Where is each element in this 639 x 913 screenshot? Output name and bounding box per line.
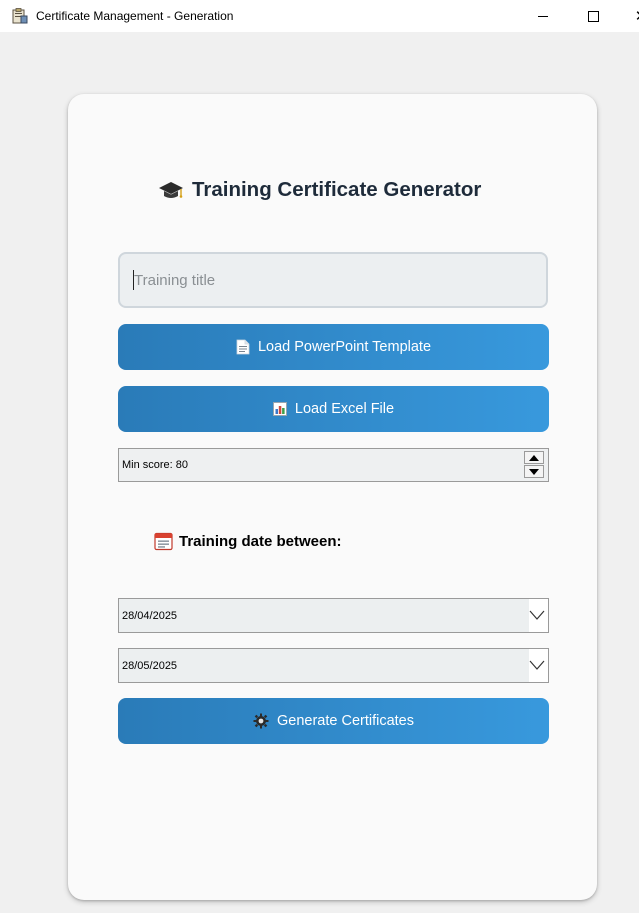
arrow-down-icon: [529, 468, 539, 475]
load-excel-label: Load Excel File: [294, 401, 395, 417]
spin-down-button[interactable]: [524, 465, 544, 478]
gear-icon: [253, 713, 269, 729]
load-excel-button[interactable]: Load Excel File: [118, 386, 549, 432]
graduation-cap-icon: [159, 182, 183, 198]
app-window: Certificate Management - Generation ✕ Tr…: [0, 0, 639, 913]
title-bar[interactable]: Certificate Management - Generation ✕: [0, 0, 639, 32]
date-to-field[interactable]: 28/05/2025: [119, 649, 529, 682]
form-card: [68, 94, 597, 900]
chevron-down-icon[interactable]: [529, 608, 545, 622]
date-from-picker[interactable]: 28/04/2025: [118, 598, 549, 633]
maximize-button[interactable]: [570, 0, 616, 32]
load-powerpoint-label: Load PowerPoint Template: [257, 339, 432, 355]
date-from-value: 28/04/2025: [122, 610, 178, 622]
min-score-spinbox[interactable]: Min score: 80: [118, 448, 549, 482]
minimize-button[interactable]: [520, 0, 566, 32]
arrow-up-icon: [529, 454, 539, 461]
calendar-icon: [154, 532, 173, 551]
load-powerpoint-button[interactable]: Load PowerPoint Template: [118, 324, 549, 370]
spin-buttons: [524, 451, 544, 479]
date-range-label-text: Training date between:: [179, 533, 342, 550]
app-icon: [12, 8, 28, 24]
min-score-value: Min score: 80: [122, 459, 189, 471]
training-title-input[interactable]: [118, 252, 548, 308]
window-title: Certificate Management - Generation: [36, 9, 234, 23]
maximize-icon: [587, 10, 599, 22]
date-to-value: 28/05/2025: [122, 660, 178, 672]
generate-certificates-button[interactable]: Generate Certificates: [118, 698, 549, 744]
date-range-label: Training date between:: [154, 532, 342, 551]
page-title: Training Certificate Generator: [158, 178, 481, 202]
chevron-down-icon[interactable]: [529, 658, 545, 672]
bar-chart-icon: [272, 402, 287, 416]
date-to-picker[interactable]: 28/05/2025: [118, 648, 549, 683]
close-button[interactable]: ✕: [618, 0, 639, 32]
date-from-field[interactable]: 28/04/2025: [119, 599, 529, 632]
text-caret: [133, 270, 134, 290]
document-icon: [236, 339, 250, 355]
spin-up-button[interactable]: [524, 451, 544, 464]
close-icon: ✕: [635, 7, 639, 25]
page-title-text: Training Certificate Generator: [192, 178, 482, 201]
generate-certificates-label: Generate Certificates: [276, 713, 414, 729]
minimize-icon: [538, 15, 548, 17]
